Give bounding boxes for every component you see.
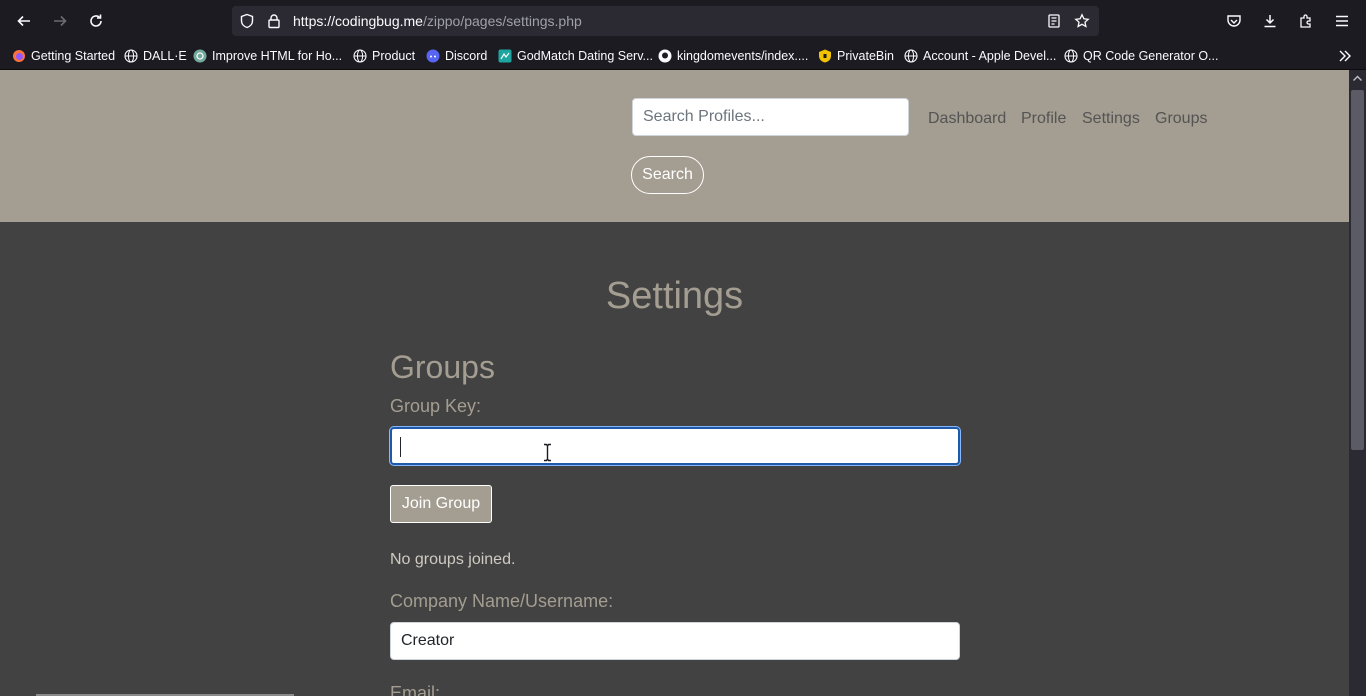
bookmark-discord[interactable]: Discord bbox=[426, 47, 487, 65]
extensions-button[interactable] bbox=[1292, 7, 1320, 35]
shield-icon[interactable] bbox=[239, 13, 255, 29]
back-arrow-icon bbox=[17, 15, 30, 27]
bookmark-improve-html[interactable]: Improve HTML for Ho... bbox=[193, 47, 342, 65]
forward-arrow-icon bbox=[54, 15, 67, 27]
nav-dashboard[interactable]: Dashboard bbox=[928, 110, 1006, 128]
bookmark-label: DALL·E bbox=[143, 49, 187, 63]
bookmarks-overflow-button[interactable] bbox=[1338, 47, 1357, 65]
nav-profile[interactable]: Profile bbox=[1021, 110, 1066, 128]
github-icon bbox=[658, 49, 672, 63]
bookmark-product[interactable]: Product bbox=[353, 47, 415, 65]
company-name-label: Company Name/Username: bbox=[390, 591, 614, 611]
browser-toolbar: https://codingbug.me/zippo/pages/setting… bbox=[0, 0, 1366, 42]
url-bar[interactable]: https://codingbug.me/zippo/pages/setting… bbox=[232, 6, 1099, 36]
bookmark-label: GodMatch Dating Serv... bbox=[517, 49, 653, 63]
bookmarks-toolbar: Getting Started DALL·E Improve HTML for … bbox=[0, 42, 1366, 70]
site-icon bbox=[498, 49, 512, 63]
downloads-button[interactable] bbox=[1256, 7, 1284, 35]
forward-button[interactable] bbox=[46, 7, 74, 35]
globe-icon bbox=[124, 49, 138, 63]
search-profiles-input[interactable] bbox=[632, 98, 909, 136]
groups-section-title: Groups bbox=[390, 349, 495, 385]
reload-icon bbox=[90, 14, 102, 27]
globe-icon bbox=[904, 49, 918, 63]
openai-icon bbox=[193, 49, 207, 63]
groups-status-text: No groups joined. bbox=[390, 551, 516, 568]
globe-icon bbox=[1064, 49, 1078, 63]
group-key-input[interactable] bbox=[390, 427, 960, 465]
email-label: Email: bbox=[390, 683, 441, 696]
firefox-icon bbox=[13, 50, 25, 62]
reader-view-icon[interactable] bbox=[1046, 13, 1062, 29]
text-caret bbox=[400, 437, 401, 457]
puzzle-icon bbox=[1300, 14, 1311, 28]
app-menu-button[interactable] bbox=[1328, 7, 1356, 35]
url-path: /zippo/pages/settings.php bbox=[422, 13, 582, 29]
discord-icon bbox=[426, 49, 440, 63]
bookmark-kingdomevents[interactable]: kingdomevents/index.... bbox=[658, 47, 808, 65]
page-viewport: Dashboard Profile Settings Groups Search… bbox=[0, 70, 1349, 696]
reload-button[interactable] bbox=[82, 7, 110, 35]
bookmark-label: Getting Started bbox=[31, 49, 116, 63]
hamburger-icon bbox=[1336, 15, 1348, 27]
lock-icon[interactable] bbox=[266, 13, 282, 29]
scroll-up-arrow-icon[interactable] bbox=[1352, 73, 1363, 84]
bookmark-star-icon[interactable] bbox=[1074, 13, 1090, 29]
bookmark-label: Product bbox=[372, 49, 416, 63]
join-group-button[interactable]: Join Group bbox=[390, 485, 492, 523]
chevron-double-right-icon bbox=[1339, 50, 1351, 62]
download-icon bbox=[1264, 15, 1276, 28]
bookmark-getting-started[interactable]: Getting Started bbox=[12, 47, 115, 65]
bookmark-label: PrivateBin bbox=[837, 49, 894, 63]
page-scrollbar[interactable] bbox=[1349, 70, 1366, 696]
bookmark-label: Account - Apple Devel... bbox=[923, 49, 1057, 63]
pocket-button[interactable] bbox=[1220, 7, 1248, 35]
url-host: https://codingbug.me bbox=[293, 13, 423, 29]
back-button[interactable] bbox=[10, 7, 38, 35]
bookmark-qr-generator[interactable]: QR Code Generator O... bbox=[1064, 47, 1218, 65]
page-title: Settings bbox=[605, 275, 744, 317]
search-button[interactable]: Search bbox=[631, 156, 704, 194]
bookmark-label: Improve HTML for Ho... bbox=[212, 49, 343, 63]
url-text[interactable]: https://codingbug.me/zippo/pages/setting… bbox=[293, 13, 582, 29]
bookmark-dalle[interactable]: DALL·E bbox=[124, 47, 187, 65]
bookmark-privatebin[interactable]: PrivateBin bbox=[818, 47, 894, 65]
privatebin-icon bbox=[819, 49, 831, 63]
text-cursor-icon bbox=[544, 443, 551, 462]
nav-groups[interactable]: Groups bbox=[1155, 110, 1207, 128]
bookmark-label: Discord bbox=[445, 49, 488, 63]
bookmark-label: QR Code Generator O... bbox=[1083, 49, 1219, 63]
nav-settings[interactable]: Settings bbox=[1082, 110, 1140, 128]
scrollbar-thumb[interactable] bbox=[1351, 90, 1364, 450]
bookmark-label: kingdomevents/index.... bbox=[677, 49, 809, 63]
group-key-label: Group Key: bbox=[390, 396, 482, 416]
site-header: Dashboard Profile Settings Groups Search bbox=[0, 70, 1349, 222]
bookmark-apple-developer[interactable]: Account - Apple Devel... bbox=[904, 47, 1056, 65]
company-name-input[interactable] bbox=[390, 622, 960, 660]
globe-icon bbox=[353, 49, 367, 63]
pocket-icon bbox=[1227, 15, 1241, 27]
bookmark-godmatch[interactable]: GodMatch Dating Serv... bbox=[498, 47, 653, 65]
